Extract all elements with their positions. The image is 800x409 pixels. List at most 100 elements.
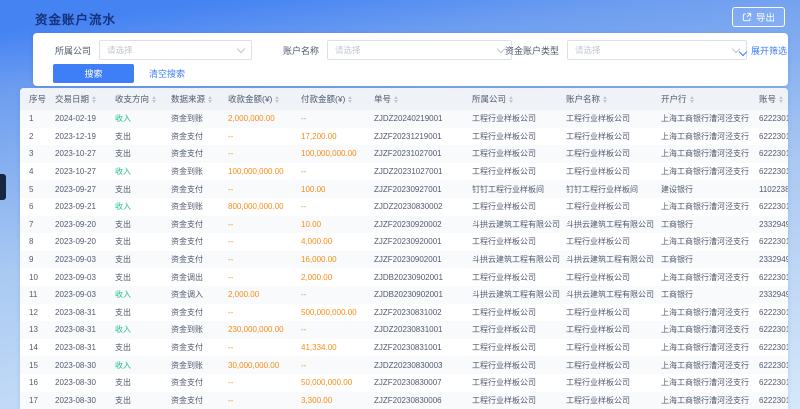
search-button[interactable]: 搜索 (53, 64, 134, 83)
cell-direction: 支出 (112, 339, 168, 357)
cell-index: 4 (20, 163, 52, 181)
cell-company: 工程行业样板公司 (469, 392, 563, 409)
table-row: 152023-08-30收入资金到账30,000,000.00--ZJDZ202… (20, 356, 788, 374)
cell-account_no: 622230111 (756, 392, 788, 409)
col-header-label: 付款金额(¥) (301, 94, 345, 104)
col-header-company[interactable]: 所属公司 (469, 88, 563, 110)
filter-group-account-type: 资金账户类型 请选择 (505, 40, 747, 60)
cell-company: 工程行业样板公司 (469, 268, 563, 286)
sort-icon[interactable] (603, 96, 607, 104)
cell-account_no: 622230111 (756, 233, 788, 251)
cell-index: 17 (20, 392, 52, 409)
cell-company: 工程行业样板公司 (469, 110, 563, 128)
account-type-select-placeholder: 请选择 (575, 44, 601, 56)
cell-expense: 3,300.00 (298, 392, 371, 409)
sort-icon[interactable] (275, 96, 279, 104)
table-row: 32023-10-27支出资金支付--100,000,000.00ZJZF202… (20, 145, 788, 163)
col-header-order_no[interactable]: 单号 (371, 88, 469, 110)
account-name-select[interactable]: 请选择 (327, 40, 512, 60)
cell-date: 2023-09-27 (52, 180, 112, 198)
company-select[interactable]: 请选择 (99, 40, 252, 60)
cell-index: 10 (20, 268, 52, 286)
table-row: 132023-08-31收入资金到账230,000,000.00--ZJDZ20… (20, 321, 788, 339)
cell-order_no: ZJZF20230830006 (371, 392, 469, 409)
cell-account_no: 622230111 (756, 110, 788, 128)
export-button[interactable]: 导出 (732, 7, 785, 27)
table-row: 72023-09-20支出资金支付--10.00ZJZF20230920002斗… (20, 216, 788, 234)
cell-date: 2023-09-03 (52, 268, 112, 286)
cell-bank: 工商银行 (658, 251, 756, 269)
cell-account_name: 工程行业样板公司 (563, 374, 658, 392)
cell-company: 工程行业样板公司 (469, 128, 563, 146)
cell-expense: -- (298, 198, 371, 216)
cell-account_no: 622230111 (756, 304, 788, 322)
cell-account_no: 622230111 (756, 128, 788, 146)
cell-direction: 支出 (112, 304, 168, 322)
cell-account_name: 斗拱云建筑工程有限公司 (563, 286, 658, 304)
cell-expense: -- (298, 286, 371, 304)
cell-account_no: 11022382 (756, 180, 788, 198)
cell-expense: -- (298, 356, 371, 374)
cell-source: 资金支付 (168, 216, 225, 234)
cell-income: 100,000,000.00 (225, 163, 298, 181)
account-type-filter-label: 资金账户类型 (505, 44, 559, 57)
account-type-select[interactable]: 请选择 (567, 40, 747, 60)
drawer-handle[interactable] (0, 174, 6, 200)
col-header-date[interactable]: 交易日期 (52, 88, 112, 110)
sort-icon[interactable] (690, 96, 694, 104)
clear-search-button[interactable]: 清空搜索 (145, 64, 189, 83)
col-header-source[interactable]: 数据来源 (168, 88, 225, 110)
col-header-account_no[interactable]: 账号 (756, 88, 788, 110)
cell-income: -- (225, 374, 298, 392)
expand-filter-link[interactable]: 展开筛选 (740, 44, 787, 57)
sort-icon[interactable] (348, 96, 352, 104)
cell-direction: 支出 (112, 251, 168, 269)
col-header-direction[interactable]: 收支方向 (112, 88, 168, 110)
sort-icon[interactable] (509, 96, 513, 104)
cell-index: 1 (20, 110, 52, 128)
sort-icon[interactable] (92, 96, 96, 104)
cell-income: 30,000,000.00 (225, 356, 298, 374)
cell-source: 资金到账 (168, 321, 225, 339)
cell-account_no: 622230111 (756, 268, 788, 286)
cell-account_name: 工程行业样板公司 (563, 145, 658, 163)
cell-bank: 上海工商银行漕河泾支行 (658, 163, 756, 181)
col-header-label: 数据来源 (171, 94, 205, 104)
sort-icon[interactable] (394, 96, 398, 104)
cell-account_no: 622230111 (756, 163, 788, 181)
cell-account_no: 23329499- (756, 286, 788, 304)
cell-account_no: 23329499- (756, 216, 788, 234)
cell-order_no: ZJZF20230920002 (371, 216, 469, 234)
col-header-expense[interactable]: 付款金额(¥) (298, 88, 371, 110)
col-header-income[interactable]: 收款金额(¥) (225, 88, 298, 110)
chevron-down-icon (497, 44, 505, 52)
account-name-select-placeholder: 请选择 (335, 44, 361, 56)
cell-bank: 上海工商银行漕河泾支行 (658, 304, 756, 322)
sort-icon[interactable] (208, 96, 212, 104)
col-header-bank[interactable]: 开户行 (658, 88, 756, 110)
cell-account_name: 工程行业样板公司 (563, 198, 658, 216)
cell-index: 11 (20, 286, 52, 304)
col-header-account_name[interactable]: 账户名称 (563, 88, 658, 110)
cell-date: 2023-10-27 (52, 145, 112, 163)
cell-company: 工程行业样板公司 (469, 233, 563, 251)
table-row: 122023-08-31支出资金支付--500,000,000.00ZJZF20… (20, 304, 788, 322)
cell-company: 斗拱云建筑工程有限公司 (469, 251, 563, 269)
cell-income: -- (225, 145, 298, 163)
cell-source: 资金支付 (168, 233, 225, 251)
cell-date: 2023-09-20 (52, 216, 112, 234)
company-select-placeholder: 请选择 (107, 44, 133, 56)
page-title: 资金账户流水 (35, 9, 116, 28)
cell-index: 7 (20, 216, 52, 234)
cell-index: 6 (20, 198, 52, 216)
cell-direction: 支出 (112, 180, 168, 198)
cell-date: 2023-09-03 (52, 286, 112, 304)
sort-icon[interactable] (779, 96, 783, 104)
cell-company: 工程行业样板公司 (469, 321, 563, 339)
sort-icon[interactable] (152, 96, 156, 104)
cell-income: -- (225, 392, 298, 409)
cell-account_name: 工程行业样板公司 (563, 321, 658, 339)
cell-account_no: 23329499- (756, 251, 788, 269)
cell-date: 2023-08-31 (52, 321, 112, 339)
cell-direction: 收入 (112, 198, 168, 216)
